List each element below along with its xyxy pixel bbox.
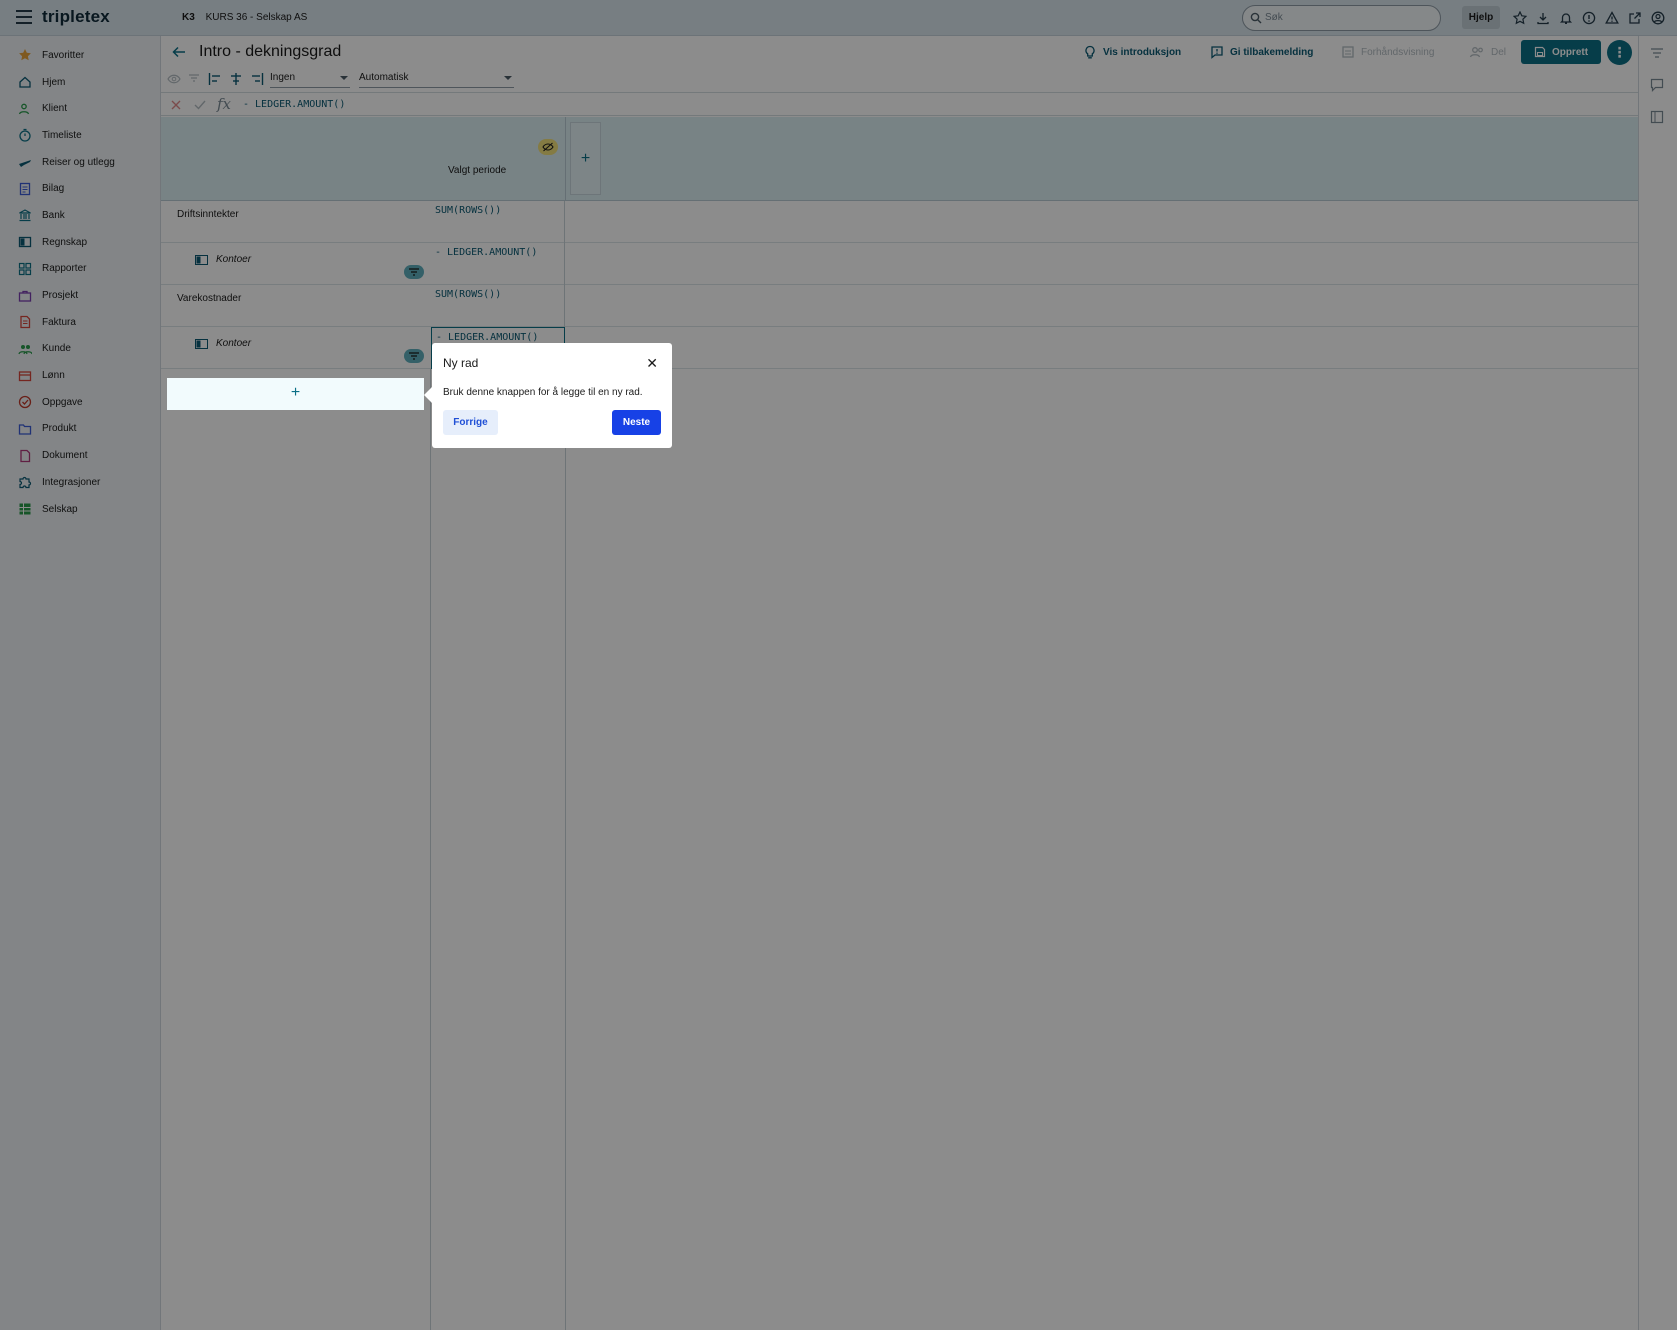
popover-arrow [424,387,432,403]
popover-body: Bruk denne knappen for å legge til en ny… [443,387,643,398]
previous-button[interactable]: Forrige [443,410,498,435]
add-row-button[interactable]: + [167,378,424,410]
popover-title: Ny rad [443,356,479,370]
tour-popover: Ny rad ✕ Bruk denne knappen for å legge … [424,343,672,448]
close-icon[interactable]: ✕ [646,355,658,372]
next-button[interactable]: Neste [612,410,661,435]
tour-overlay[interactable] [0,0,1677,1330]
